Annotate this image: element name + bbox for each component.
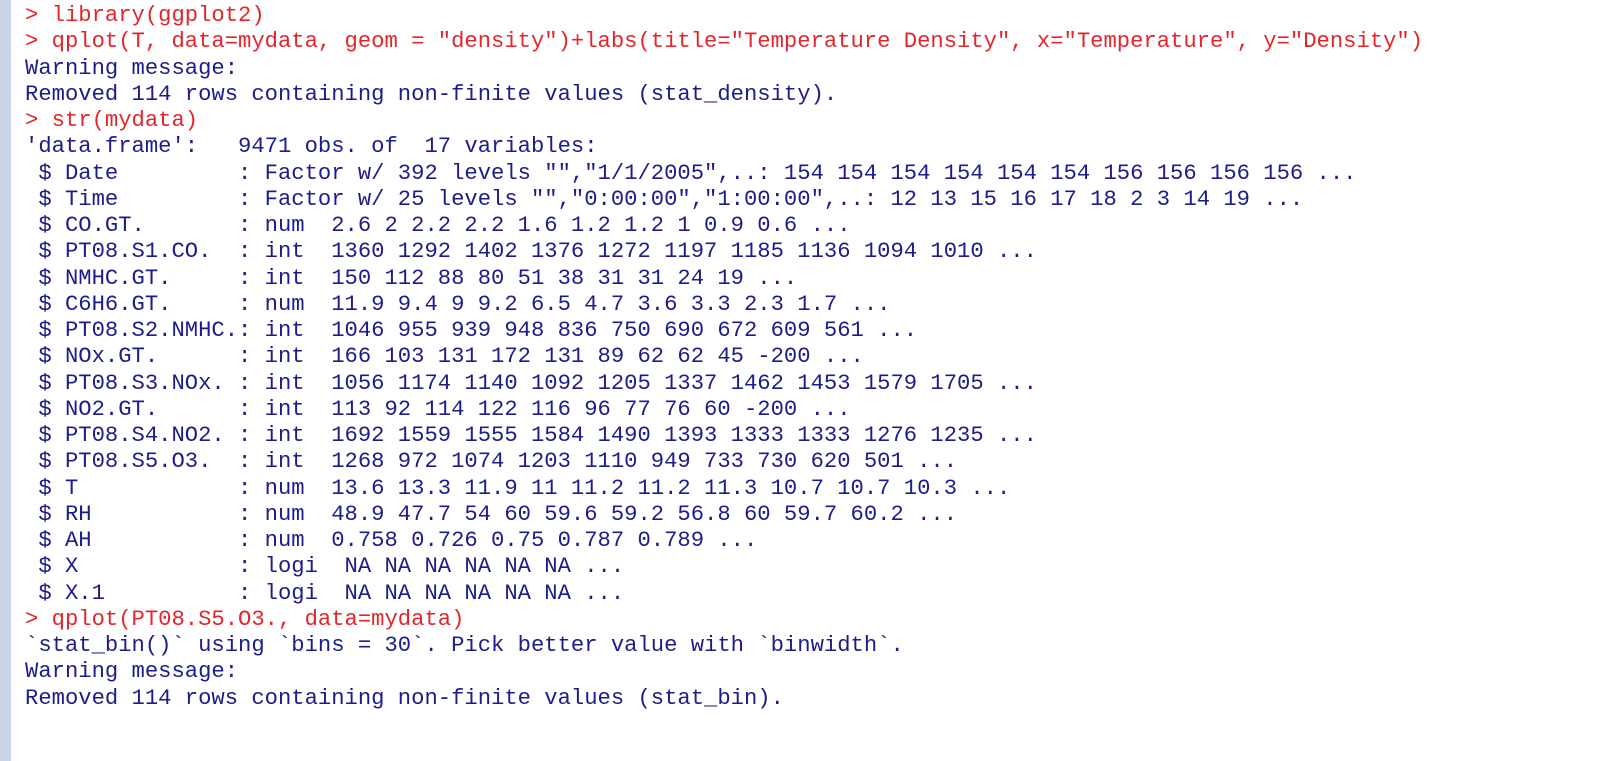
- console-output-line: $ PT08.S4.NO2. : int 1692 1559 1555 1584…: [25, 423, 1037, 448]
- console-output-line: Removed 114 rows containing non-finite v…: [25, 81, 838, 107]
- console-output-line: $ NO2.GT. : int 113 92 114 122 116 96 77…: [25, 396, 851, 422]
- console-command-line: > qplot(T, data=mydata, geom = "density"…: [25, 29, 1424, 55]
- console-output-line: $ X.1 : logi NA NA NA NA NA NA ...: [25, 580, 625, 606]
- console-output-line: $ PT08.S2.NMHC.: int 1046 955 939 948 83…: [25, 318, 918, 343]
- r-console-output[interactable]: > library(ggplot2) > qplot(T, data=mydata…: [25, 3, 1605, 712]
- console-output-line: $ PT08.S5.O3. : int 1268 972 1074 1203 1…: [25, 449, 958, 475]
- console-output-line: $ X : logi NA NA NA NA NA NA ...: [25, 554, 625, 580]
- console-output-line: $ RH : num 48.9 47.7 54 60 59.6 59.2 56.…: [25, 501, 958, 527]
- console-left-margin: [0, 0, 11, 761]
- console-command-line: > str(mydata): [25, 108, 199, 133]
- console-command-line: > library(ggplot2): [25, 3, 265, 28]
- console-output-line: $ CO.GT. : num 2.6 2 2.2 2.2 1.6 1.2 1.2…: [25, 213, 851, 238]
- console-output-line: $ PT08.S3.NOx. : int 1056 1174 1140 1092…: [25, 370, 1037, 396]
- console-output-line: $ T : num 13.6 13.3 11.9 11 11.2 11.2 11…: [25, 475, 1011, 501]
- console-output-line: $ NMHC.GT. : int 150 112 88 80 51 38 31 …: [25, 265, 798, 291]
- console-output-line: $ PT08.S1.CO. : int 1360 1292 1402 1376 …: [25, 239, 1037, 265]
- console-output-line: 'data.frame': 9471 obs. of 17 variables:: [25, 134, 598, 160]
- console-output-line: $ NOx.GT. : int 166 103 131 172 131 89 6…: [25, 344, 864, 370]
- console-output-line: `stat_bin()` using `bins = 30`. Pick bet…: [25, 633, 904, 658]
- console-output-line: $ Time : Factor w/ 25 levels "","0:00:00…: [25, 186, 1304, 212]
- console-output-line: Warning message:: [25, 55, 239, 81]
- console-output-line: Warning message:: [25, 659, 239, 685]
- console-output-line: $ Date : Factor w/ 392 levels "","1/1/20…: [25, 160, 1357, 186]
- console-command-line: > qplot(PT08.S5.O3., data=mydata): [25, 606, 465, 632]
- console-output-line: $ AH : num 0.758 0.726 0.75 0.787 0.789 …: [25, 528, 758, 553]
- console-output-line: $ C6H6.GT. : num 11.9 9.4 9 9.2 6.5 4.7 …: [25, 291, 891, 317]
- console-output-line: Removed 114 rows containing non-finite v…: [25, 685, 784, 711]
